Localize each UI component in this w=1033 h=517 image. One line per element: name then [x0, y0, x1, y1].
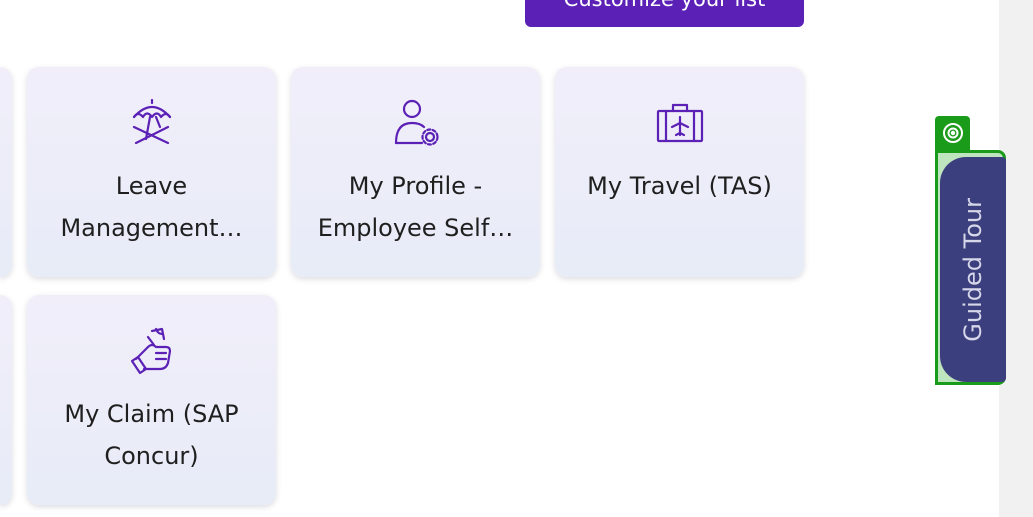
tile-my-travel[interactable]: My Travel (TAS) [555, 67, 804, 277]
tile-label: My Claim (SAP Concur) [64, 400, 239, 470]
tile-label: My Travel (TAS) [587, 172, 772, 200]
customize-list-label: Customize your list [564, 0, 766, 10]
tile-my-claim[interactable]: My Claim (SAP Concur) [27, 295, 276, 505]
tile-label: My Profile - Employee Self… [317, 172, 514, 242]
tile-label: Leave Management… [60, 172, 243, 242]
tile-leave-management[interactable]: Leave Management… [27, 67, 276, 277]
guided-tour-label: Guided Tour [959, 197, 987, 342]
customize-list-button[interactable]: Customize your list [525, 0, 804, 27]
user-settings-icon [390, 97, 442, 149]
suitcase-plane-icon [654, 97, 706, 149]
tile-my-profile[interactable]: My Profile - Employee Self… [291, 67, 540, 277]
target-icon[interactable] [935, 116, 970, 150]
beach-umbrella-icon [126, 97, 178, 149]
clipped-tile-row1[interactable] [0, 67, 12, 277]
money-hand-icon [126, 325, 178, 377]
guided-tour-button[interactable]: Guided Tour [940, 157, 1006, 382]
clipped-tile-row2[interactable] [0, 295, 12, 505]
